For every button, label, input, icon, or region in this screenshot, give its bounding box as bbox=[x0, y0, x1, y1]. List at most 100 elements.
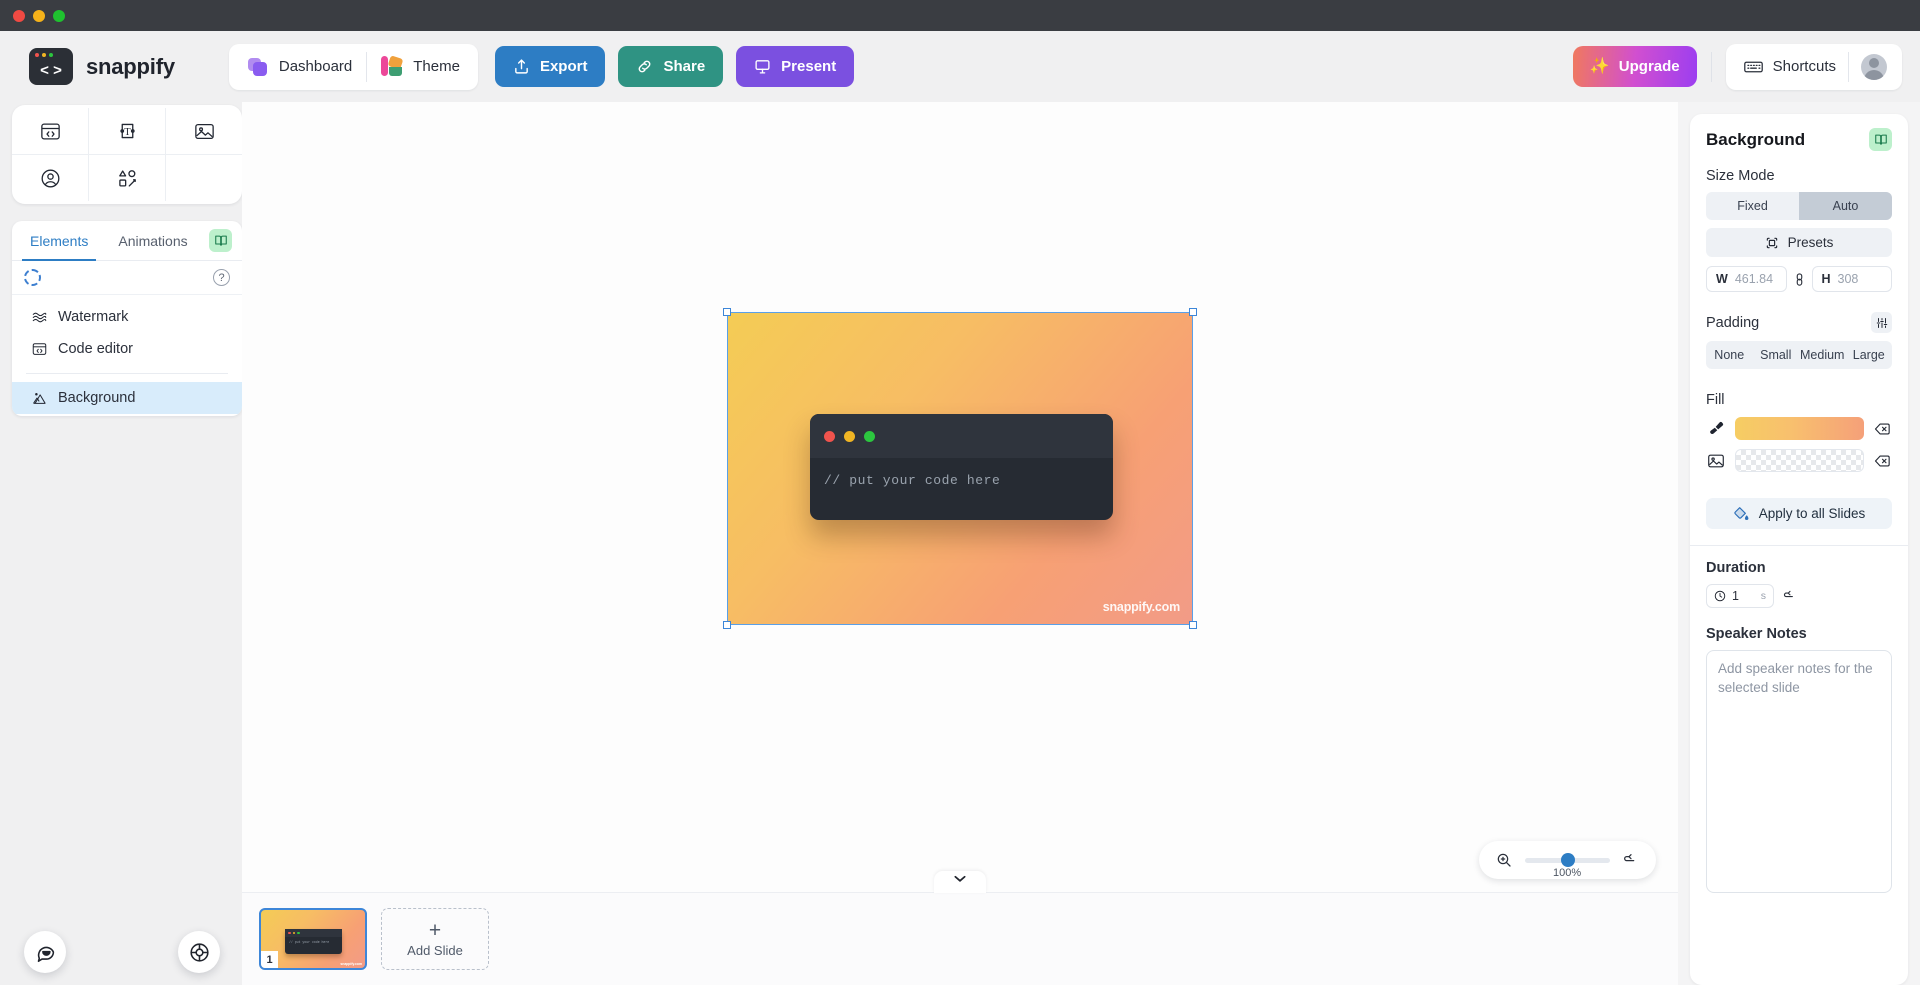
clock-icon bbox=[1714, 590, 1726, 602]
docs-book-icon[interactable] bbox=[1869, 128, 1892, 151]
nav-item-theme[interactable]: Theme bbox=[367, 48, 474, 86]
link-icon bbox=[639, 60, 651, 73]
avatar-button[interactable] bbox=[1849, 53, 1896, 80]
padding-settings-button[interactable] bbox=[1871, 312, 1892, 333]
window-maximize-button[interactable] bbox=[53, 9, 65, 22]
page-title: Background bbox=[1706, 129, 1806, 149]
padding-medium[interactable]: Medium bbox=[1799, 341, 1846, 369]
duration-reset-button[interactable] bbox=[1783, 589, 1797, 603]
list-item-watermark[interactable]: Watermark bbox=[12, 301, 242, 333]
elements-subbar: ? bbox=[12, 261, 242, 295]
width-input[interactable]: W 461.84 bbox=[1706, 266, 1787, 292]
nav-item-dashboard[interactable]: Dashboard bbox=[233, 48, 366, 86]
size-mode-toggle: Fixed Auto bbox=[1706, 192, 1892, 220]
tool-image[interactable] bbox=[165, 108, 242, 154]
code-dot-red bbox=[824, 430, 835, 442]
padding-none[interactable]: None bbox=[1706, 341, 1753, 369]
select-all-icon[interactable] bbox=[24, 269, 41, 286]
tool-text[interactable]: T bbox=[88, 108, 165, 154]
speaker-notes-input[interactable]: Add speaker notes for the selected slide bbox=[1706, 650, 1892, 893]
duration-label: Duration bbox=[1706, 560, 1766, 576]
padding-header: Padding bbox=[1706, 312, 1892, 333]
code-line: // put your code here bbox=[824, 473, 1001, 488]
resize-handle-bottom-right[interactable] bbox=[1189, 621, 1197, 629]
help-icon[interactable]: ? bbox=[213, 269, 230, 286]
background-settings-card: Background Size Mode Fixed Auto Presets … bbox=[1690, 114, 1908, 985]
code-window-titlebar bbox=[810, 414, 1113, 458]
chat-button[interactable] bbox=[24, 931, 66, 973]
zoom-slider-knob[interactable] bbox=[1561, 852, 1575, 867]
list-item-background[interactable]: Background bbox=[12, 382, 242, 414]
slides-bar-collapse-toggle[interactable] bbox=[934, 871, 986, 893]
presets-button[interactable]: Presets bbox=[1706, 228, 1892, 257]
size-mode-auto[interactable]: Auto bbox=[1799, 192, 1892, 220]
sliders-icon bbox=[1876, 317, 1887, 328]
size-mode-label: Size Mode bbox=[1706, 168, 1775, 184]
upgrade-button[interactable]: ✨ Upgrade bbox=[1572, 46, 1697, 87]
present-label: Present bbox=[781, 58, 837, 75]
slide-thumbnail-1[interactable]: // put your code here snappify.com 1 bbox=[259, 908, 367, 970]
zoom-in-icon[interactable] bbox=[1496, 852, 1512, 868]
size-mode-fixed[interactable]: Fixed bbox=[1706, 192, 1799, 220]
speaker-notes-label: Speaker Notes bbox=[1706, 626, 1807, 642]
help-lifebuoy-icon bbox=[189, 942, 209, 962]
keyboard-icon bbox=[1743, 61, 1763, 72]
brand[interactable]: < > snappify bbox=[29, 48, 175, 85]
sparkle-icon: ✨ bbox=[1589, 57, 1610, 75]
padding-large[interactable]: Large bbox=[1846, 341, 1893, 369]
duration-input[interactable]: 1 s bbox=[1706, 584, 1774, 608]
height-input[interactable]: H 308 bbox=[1811, 266, 1892, 292]
thumbnail-number: 1 bbox=[261, 951, 278, 968]
padding-small[interactable]: Small bbox=[1753, 341, 1800, 369]
tool-code-window[interactable] bbox=[12, 108, 88, 154]
svg-text:T: T bbox=[124, 127, 131, 138]
presets-icon bbox=[1766, 237, 1777, 248]
add-slide-button[interactable]: + Add Slide bbox=[381, 908, 489, 970]
resize-handle-bottom-left[interactable] bbox=[723, 621, 731, 629]
tool-shapes[interactable] bbox=[88, 155, 165, 201]
code-window-body[interactable]: // put your code here bbox=[810, 458, 1113, 488]
dimensions-row: W 461.84 H 308 bbox=[1706, 266, 1892, 292]
zoom-value: 100% bbox=[1553, 866, 1582, 879]
tab-elements[interactable]: Elements bbox=[22, 221, 97, 261]
primary-nav-group: Dashboard Theme bbox=[228, 43, 478, 90]
presentation-icon bbox=[755, 60, 770, 74]
help-button[interactable] bbox=[178, 931, 220, 973]
elements-list: Watermark Code editor Background bbox=[12, 295, 242, 416]
fill-color-row bbox=[1706, 417, 1892, 440]
zoom-slider[interactable] bbox=[1525, 852, 1610, 867]
window-minimize-button[interactable] bbox=[33, 9, 45, 22]
resize-handle-top-right[interactable] bbox=[1189, 308, 1197, 316]
canvas-area[interactable]: // put your code here snappify.com 100% bbox=[242, 102, 1678, 893]
user-circle-icon bbox=[41, 169, 59, 187]
element-tools-row-1: T bbox=[12, 108, 242, 154]
code-window-element[interactable]: // put your code here bbox=[810, 414, 1113, 520]
list-item-code-editor[interactable]: Code editor bbox=[12, 333, 242, 365]
slide-background[interactable]: // put your code here snappify.com bbox=[728, 313, 1192, 624]
theme-palette-icon bbox=[381, 55, 404, 77]
export-button[interactable]: Export bbox=[494, 46, 606, 87]
clear-image-button[interactable] bbox=[1873, 454, 1892, 468]
present-button[interactable]: Present bbox=[736, 46, 855, 87]
left-panel: T Elements Animations ? Watermark Code e… bbox=[12, 105, 242, 416]
shortcuts-button[interactable]: Shortcuts bbox=[1732, 58, 1848, 75]
reset-icon[interactable] bbox=[1623, 852, 1639, 868]
docs-book-icon[interactable] bbox=[209, 229, 232, 252]
tool-avatar[interactable] bbox=[12, 155, 88, 201]
apply-to-all-slides-button[interactable]: Apply to all Slides bbox=[1706, 498, 1892, 529]
book-icon bbox=[214, 235, 227, 246]
list-item-label: Background bbox=[58, 390, 136, 406]
list-item-label: Watermark bbox=[58, 309, 129, 325]
window-close-button[interactable] bbox=[13, 9, 25, 22]
element-tools-row-2 bbox=[12, 154, 242, 201]
chevron-down-icon bbox=[954, 875, 966, 882]
share-button[interactable]: Share bbox=[618, 46, 724, 87]
slide-selection[interactable]: // put your code here snappify.com bbox=[723, 308, 1197, 629]
resize-handle-top-left[interactable] bbox=[723, 308, 731, 316]
fill-image-swatch[interactable] bbox=[1735, 449, 1864, 472]
fill-gradient-swatch[interactable] bbox=[1735, 417, 1864, 440]
tab-animations[interactable]: Animations bbox=[110, 221, 195, 261]
watermark-icon bbox=[32, 312, 47, 322]
clear-fill-button[interactable] bbox=[1873, 422, 1892, 436]
aspect-ratio-lock-icon[interactable] bbox=[1793, 272, 1806, 287]
